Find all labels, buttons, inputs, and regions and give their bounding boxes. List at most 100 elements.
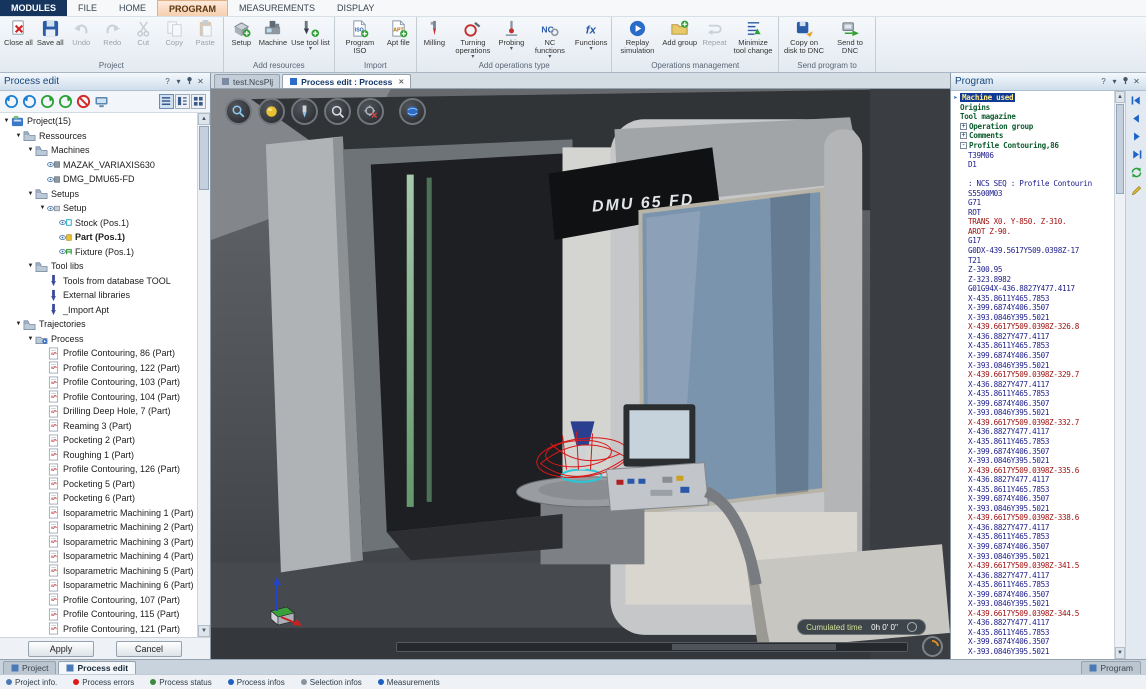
ribbon-tab-program[interactable]: PROGRAM: [157, 0, 228, 16]
gcode-line[interactable]: X-435.8611Y465.7853: [951, 484, 1114, 494]
stop-settings-button[interactable]: [357, 98, 384, 125]
setup-button[interactable]: Setup: [226, 18, 257, 47]
cut-button[interactable]: Cut: [128, 18, 159, 47]
tree-item-drilling-deep-hole-7-part[interactable]: Drilling Deep Hole, 7 (Part): [0, 404, 197, 419]
apply-button[interactable]: Apply: [28, 641, 94, 657]
gcode-line[interactable]: X-435.8611Y465.7853: [951, 437, 1114, 447]
gcode-line[interactable]: D1: [951, 160, 1114, 170]
tree-item-fixture-pos-1[interactable]: Fixture (Pos.1): [0, 245, 197, 260]
save-all-button[interactable]: Save all: [35, 18, 66, 47]
tree-item-pocketing-6-part[interactable]: Pocketing 6 (Part): [0, 491, 197, 506]
close-icon[interactable]: ✕: [1131, 77, 1142, 86]
panel-tab-program[interactable]: Program: [1081, 661, 1141, 674]
gcode-line[interactable]: : NCS SEQ : Profile Contourin: [951, 179, 1114, 189]
ribbon-tab-measurements[interactable]: MEASUREMENTS: [228, 0, 326, 16]
scroll-down-icon[interactable]: ▼: [198, 625, 210, 637]
paste-button[interactable]: Paste: [190, 18, 221, 47]
gcode-line[interactable]: X-399.6874Y406.3507: [951, 637, 1114, 647]
gcode-line[interactable]: X-436.8827Y477.4117: [951, 332, 1114, 342]
tree-item-isoparametric-machining-4-part[interactable]: Isoparametric Machining 4 (Part): [0, 549, 197, 564]
close-icon[interactable]: ✕: [195, 77, 206, 86]
gcode-line[interactable]: X-436.8827Y477.4117: [951, 379, 1114, 389]
tree-item-isoparametric-machining-1-part[interactable]: Isoparametric Machining 1 (Part): [0, 506, 197, 521]
tree-item-machines[interactable]: ▼Machines: [0, 143, 197, 158]
tree-item-profile-contouring-126-part[interactable]: Profile Contouring, 126 (Part): [0, 462, 197, 477]
tree-item-ressources[interactable]: ▼Ressources: [0, 129, 197, 144]
gcode-line[interactable]: X-393.0846Y395.5021: [951, 647, 1114, 657]
pin-icon[interactable]: [1120, 76, 1131, 87]
tree-item-tools-from-database-tool[interactable]: Tools from database TOOL: [0, 274, 197, 289]
program-iso-button[interactable]: ISOProgram ISO: [337, 18, 383, 55]
zoom-button[interactable]: [324, 98, 351, 125]
redo-button[interactable]: Redo: [97, 18, 128, 47]
copy-on-disk-to-dnc-button[interactable]: Copy on disk to DNC: [781, 18, 827, 55]
gcode-line[interactable]: X-399.6874Y406.3507: [951, 446, 1114, 456]
gcode-line[interactable]: G0DX-439.5617Y509.0398Z-17: [951, 246, 1114, 256]
gcode-line[interactable]: X-439.6617Y509.0398Z-344.5: [951, 609, 1114, 619]
tree-scrollbar[interactable]: ▲ ▼: [197, 113, 210, 637]
nc-functions-button[interactable]: NCNC functions▾: [527, 18, 573, 60]
gcode-line[interactable]: X-436.8827Y477.4117: [951, 618, 1114, 628]
expander-icon[interactable]: ▼: [26, 336, 35, 342]
view-mode-1-button[interactable]: [159, 94, 174, 109]
gcode-line[interactable]: X-435.8611Y465.7853: [951, 341, 1114, 351]
gcode-line[interactable]: ROT: [951, 208, 1114, 218]
gcode-line[interactable]: +Operation group: [951, 122, 1114, 132]
simulation-timeline[interactable]: [396, 642, 908, 652]
simulation-speed-knob[interactable]: [922, 636, 943, 657]
tree-item-part-pos-1[interactable]: Part (Pos.1): [0, 230, 197, 245]
gcode-line[interactable]: Origins: [951, 103, 1114, 113]
rotate-view-button[interactable]: [399, 98, 426, 125]
gcode-line[interactable]: X-435.8611Y465.7853: [951, 628, 1114, 638]
expander-icon[interactable]: ▼: [2, 118, 11, 124]
milling-button[interactable]: Milling: [419, 18, 450, 47]
info-tab-process-infos[interactable]: Process infos: [228, 678, 285, 687]
gcode-line[interactable]: X-393.0846Y395.5021: [951, 456, 1114, 466]
gcode-line[interactable]: X-436.8827Y477.4117: [951, 475, 1114, 485]
ribbon-tab-home[interactable]: HOME: [108, 0, 157, 16]
expander-icon[interactable]: ▼: [26, 191, 35, 197]
tree-item-stock-pos-1[interactable]: Stock (Pos.1): [0, 216, 197, 231]
gcode-line[interactable]: S5500M03: [951, 188, 1114, 198]
gcode-line[interactable]: X-393.0846Y395.5021: [951, 360, 1114, 370]
copy-button[interactable]: Copy: [159, 18, 190, 47]
go-next-button[interactable]: [1130, 130, 1143, 143]
send-to-dnc-button[interactable]: Send to DNC: [827, 18, 873, 55]
scroll-thumb[interactable]: [199, 126, 209, 190]
gcode-line[interactable]: X-399.6874Y406.3507: [951, 542, 1114, 552]
gcode-line[interactable]: X-439.6617Y509.0398Z-338.6: [951, 513, 1114, 523]
chevron-down-icon[interactable]: ▾: [173, 77, 184, 86]
tree-item-setups[interactable]: ▼Setups: [0, 187, 197, 202]
gcode-line[interactable]: X-399.6874Y406.3507: [951, 494, 1114, 504]
undo-button[interactable]: Undo: [66, 18, 97, 47]
gcode-line[interactable]: X-439.6617Y509.0398Z-341.5: [951, 561, 1114, 571]
panel-tab-process-edit[interactable]: Process edit: [58, 661, 136, 674]
refresh-icon[interactable]: [40, 94, 55, 109]
gcode-line[interactable]: X-399.6874Y406.3507: [951, 589, 1114, 599]
tree-item-setup[interactable]: ▼Setup: [0, 201, 197, 216]
tree-item-isoparametric-machining-5-part[interactable]: Isoparametric Machining 5 (Part): [0, 564, 197, 579]
gcode-line[interactable]: X-439.6617Y509.0398Z-329.7: [951, 370, 1114, 380]
view-mode-3-button[interactable]: [191, 94, 206, 109]
gcode-line[interactable]: X-435.8611Y465.7853: [951, 389, 1114, 399]
tree-item-dmg-dmu65-fd[interactable]: DMG_DMU65-FD: [0, 172, 197, 187]
repeat-button[interactable]: Repeat: [699, 18, 730, 47]
simulation-viewport[interactable]: DMU 65 FD Cumulated time 0h 0' 0'': [211, 89, 950, 659]
gcode-line[interactable]: X-439.6617Y509.0398Z-335.6: [951, 465, 1114, 475]
gcode-line[interactable]: X-399.6874Y406.3507: [951, 303, 1114, 313]
collapse-minus-icon[interactable]: -: [960, 142, 967, 149]
tree-item-mazak-variaxis630[interactable]: MAZAK_VARIAXIS630: [0, 158, 197, 173]
go-first-button[interactable]: [1130, 94, 1143, 107]
scroll-up-icon[interactable]: ▲: [198, 113, 210, 125]
tree-item-profile-contouring-122-part[interactable]: Profile Contouring, 122 (Part): [0, 361, 197, 376]
gcode-line[interactable]: T39M06: [951, 150, 1114, 160]
program-scrollbar[interactable]: ▲ ▼: [1114, 91, 1125, 659]
help-icon[interactable]: ?: [162, 77, 173, 86]
zoom-window-button[interactable]: [225, 98, 252, 125]
gcode-line[interactable]: X-439.6617Y509.0398Z-332.7: [951, 418, 1114, 428]
scroll-thumb[interactable]: [1116, 104, 1124, 194]
display-options-icon[interactable]: [94, 94, 109, 109]
tree-item-trajectories[interactable]: ▼Trajectories: [0, 317, 197, 332]
tree-item-profile-contouring-86-part[interactable]: Profile Contouring, 86 (Part): [0, 346, 197, 361]
gcode-line[interactable]: X-436.8827Y477.4117: [951, 427, 1114, 437]
